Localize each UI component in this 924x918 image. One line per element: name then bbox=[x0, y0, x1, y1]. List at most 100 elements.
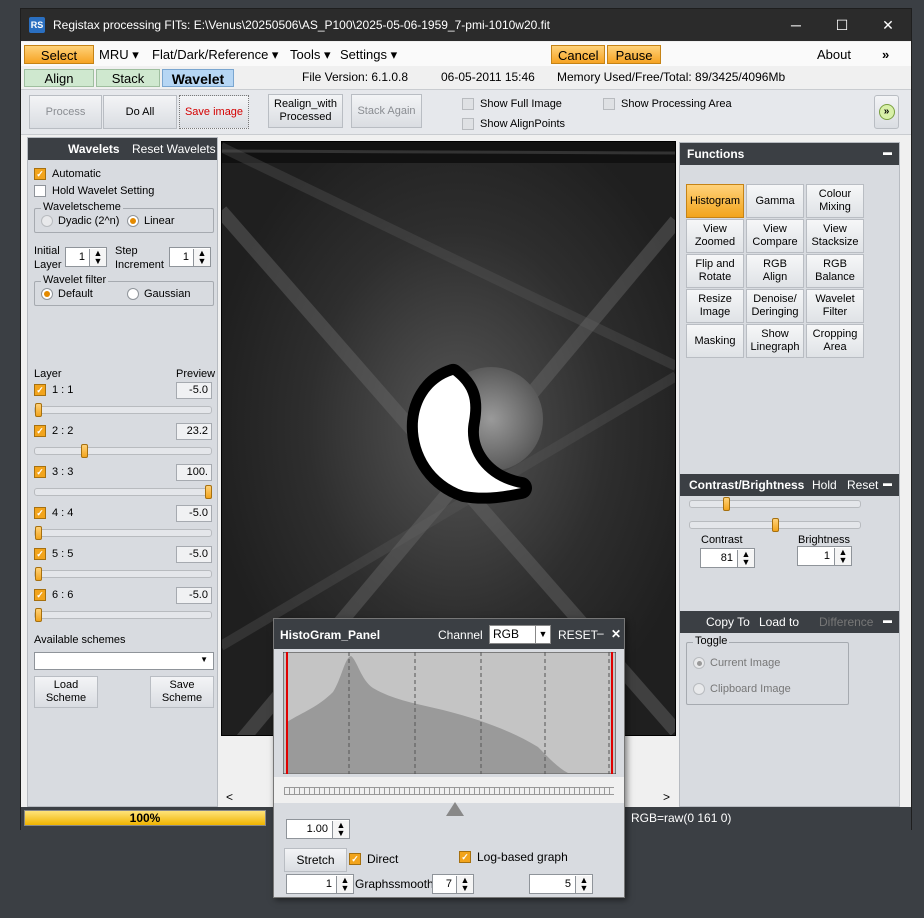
mru-menu[interactable]: MRU ▾ bbox=[93, 45, 145, 64]
copy-to-button[interactable]: Copy To bbox=[706, 615, 750, 629]
layer-checkbox[interactable]: ✓ 5 : 5 bbox=[34, 548, 73, 560]
clipboard-image-radio[interactable]: Clipboard Image bbox=[693, 683, 791, 695]
view-zoomed-function-button[interactable]: View Zoomed bbox=[686, 219, 744, 253]
reset-wavelets-button[interactable]: Reset Wavelets bbox=[132, 142, 216, 156]
settings-menu[interactable]: Settings ▾ bbox=[334, 45, 403, 64]
up-down-arrows-icon[interactable]: ▲ ▼ bbox=[89, 248, 106, 266]
layer-checkbox[interactable]: ✓ 2 : 2 bbox=[34, 425, 73, 437]
brightness-slider[interactable] bbox=[689, 518, 861, 532]
title-bar[interactable]: RS Registax processing FITs: E:\Venus\20… bbox=[21, 9, 911, 41]
resize-image-function-button[interactable]: Resize Image bbox=[686, 289, 744, 323]
layer-slider-thumb[interactable] bbox=[80, 444, 88, 458]
contrast-slider[interactable] bbox=[689, 497, 861, 511]
log-graph-checkbox[interactable]: ✓ Log-based graph bbox=[459, 850, 568, 864]
hold-wavelet-setting-checkbox[interactable]: Hold Wavelet Setting bbox=[34, 185, 154, 197]
up-down-arrows-icon[interactable]: ▲ ▼ bbox=[834, 547, 851, 565]
select-button[interactable]: Select bbox=[24, 45, 94, 64]
cancel-button[interactable]: Cancel bbox=[551, 45, 605, 64]
gamma-function-button[interactable]: Gamma bbox=[746, 184, 804, 218]
do-all-button[interactable]: Do All bbox=[103, 95, 177, 129]
show-full-image-checkbox[interactable]: Show Full Image bbox=[462, 98, 562, 110]
rgb-balance-function-button[interactable]: RGB Balance bbox=[806, 254, 864, 288]
direct-checkbox[interactable]: ✓ Direct bbox=[349, 852, 398, 866]
layer-preview-value[interactable]: -5.0 bbox=[176, 505, 212, 522]
menu-overflow-icon[interactable]: » bbox=[876, 45, 895, 64]
histogram-close-icon[interactable]: ✕ bbox=[611, 627, 621, 641]
gaussian-radio[interactable]: Gaussian bbox=[127, 288, 190, 300]
histogram-reset-button[interactable]: RESET bbox=[558, 628, 598, 642]
difference-button[interactable]: Difference bbox=[819, 615, 873, 629]
about-menu[interactable]: About bbox=[811, 45, 857, 64]
histogram-function-button[interactable]: Histogram bbox=[686, 184, 744, 218]
layer-preview-value[interactable]: -5.0 bbox=[176, 546, 212, 563]
show-linegraph-function-button[interactable]: Show Linegraph bbox=[746, 324, 804, 358]
layer-preview-value[interactable]: 100. bbox=[176, 464, 212, 481]
collapse-icon[interactable]: ▬ bbox=[883, 147, 892, 157]
load-to-button[interactable]: Load to bbox=[759, 615, 799, 629]
brightness-slider-thumb[interactable] bbox=[772, 518, 779, 532]
save-image-button[interactable]: Save image bbox=[179, 95, 249, 129]
maximize-button[interactable]: ☐ bbox=[819, 9, 865, 41]
collapse-icon[interactable]: ▬ bbox=[883, 478, 892, 488]
layer-slider-thumb[interactable] bbox=[205, 485, 212, 499]
layer-checkbox[interactable]: ✓ 4 : 4 bbox=[34, 507, 73, 519]
cropping-area-function-button[interactable]: Cropping Area bbox=[806, 324, 864, 358]
up-down-arrows-icon[interactable]: ▲ ▼ bbox=[575, 875, 592, 893]
wavelet-filter-function-button[interactable]: Wavelet Filter bbox=[806, 289, 864, 323]
layer-slider[interactable] bbox=[34, 567, 212, 581]
layer-checkbox[interactable]: ✓ 6 : 6 bbox=[34, 589, 73, 601]
gamma-pointer-icon[interactable] bbox=[446, 802, 464, 816]
realign-with-processed-button[interactable]: Realign_with Processed bbox=[268, 94, 343, 128]
scroll-left-icon[interactable]: < bbox=[226, 790, 233, 804]
hold-button[interactable]: Hold bbox=[812, 478, 837, 492]
dyadic-radio[interactable]: Dyadic (2^n) bbox=[41, 215, 119, 227]
gamma-spinner[interactable]: 1.00 ▲ ▼ bbox=[286, 819, 350, 839]
histogram-range-slider[interactable] bbox=[274, 777, 624, 803]
flat-dark-reference-menu[interactable]: Flat/Dark/Reference ▾ bbox=[146, 45, 284, 64]
denoise-deringing-function-button[interactable]: Denoise/Deringing bbox=[746, 289, 804, 323]
up-down-arrows-icon[interactable]: ▲ ▼ bbox=[737, 549, 754, 567]
minimize-button[interactable]: ─ bbox=[773, 9, 819, 41]
graphsmooth-spinner[interactable]: 7 ▲ ▼ bbox=[432, 874, 474, 894]
stretch-button[interactable]: Stretch bbox=[284, 848, 347, 872]
layer-slider[interactable] bbox=[34, 485, 212, 499]
automatic-checkbox[interactable]: ✓ Automatic bbox=[34, 168, 101, 180]
tab-wavelet[interactable]: Wavelet bbox=[162, 69, 234, 87]
load-scheme-button[interactable]: Load Scheme bbox=[34, 676, 98, 708]
layer-slider-thumb[interactable] bbox=[35, 526, 42, 540]
layer-checkbox[interactable]: ✓ 1 : 1 bbox=[34, 384, 73, 396]
reset-contrast-button[interactable]: Reset bbox=[847, 478, 878, 492]
pause-button[interactable]: Pause bbox=[607, 45, 661, 64]
scroll-right-icon[interactable]: > bbox=[663, 790, 670, 804]
show-align-points-checkbox[interactable]: Show AlignPoints bbox=[462, 118, 565, 130]
layer-slider-thumb[interactable] bbox=[35, 608, 42, 622]
view-stacksize-function-button[interactable]: View Stacksize bbox=[806, 219, 864, 253]
contrast-spinner[interactable]: 81 ▲ ▼ bbox=[700, 548, 755, 568]
stack-again-button[interactable]: Stack Again bbox=[351, 94, 422, 128]
view-compare-function-button[interactable]: View Compare bbox=[746, 219, 804, 253]
initial-layer-spinner[interactable]: 1 ▲ ▼ bbox=[65, 247, 107, 267]
histogram-minimize-icon[interactable]: ‒ bbox=[597, 626, 604, 640]
current-image-radio[interactable]: Current Image bbox=[693, 657, 780, 669]
process-button[interactable]: Process bbox=[29, 95, 102, 129]
save-scheme-button[interactable]: Save Scheme bbox=[150, 676, 214, 708]
schemes-dropdown[interactable]: ▼ bbox=[34, 652, 214, 670]
collapse-icon[interactable]: ▬ bbox=[883, 615, 892, 625]
layer-slider[interactable] bbox=[34, 608, 212, 622]
layer-preview-value[interactable]: -5.0 bbox=[176, 587, 212, 604]
layer-slider-thumb[interactable] bbox=[35, 567, 42, 581]
show-processing-area-checkbox[interactable]: Show Processing Area bbox=[603, 98, 732, 110]
layer-slider[interactable] bbox=[34, 444, 212, 458]
brightness-spinner[interactable]: 1 ▲ ▼ bbox=[797, 546, 852, 566]
layer-preview-value[interactable]: 23.2 bbox=[176, 423, 212, 440]
up-down-arrows-icon[interactable]: ▲ ▼ bbox=[336, 875, 353, 893]
close-button[interactable]: ✕ bbox=[865, 9, 911, 41]
colour-mixing-function-button[interactable]: Colour Mixing bbox=[806, 184, 864, 218]
expand-toolbar-button[interactable]: » bbox=[874, 95, 899, 129]
layer-checkbox[interactable]: ✓ 3 : 3 bbox=[34, 466, 73, 478]
default-radio[interactable]: Default bbox=[41, 288, 93, 300]
linear-radio[interactable]: Linear bbox=[127, 215, 175, 227]
flip-and-rotate-function-button[interactable]: Flip and Rotate bbox=[686, 254, 744, 288]
layer-slider-thumb[interactable] bbox=[35, 403, 42, 417]
step-increment-spinner[interactable]: 1 ▲ ▼ bbox=[169, 247, 211, 267]
